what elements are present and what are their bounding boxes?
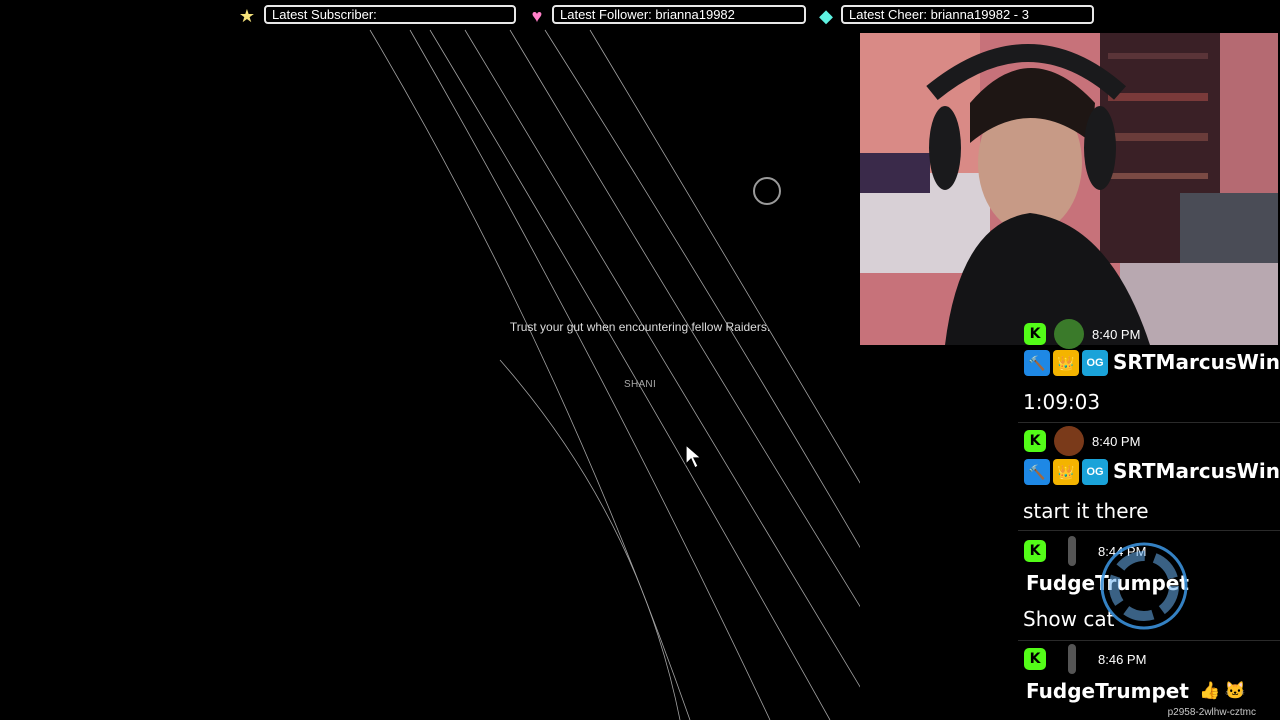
- og-badge-icon: OG: [1082, 350, 1108, 376]
- chat-username[interactable]: SRTMarcusWins: [1113, 459, 1280, 485]
- og-badge-icon: OG: [1082, 459, 1108, 485]
- chat-message-text: start it there: [1023, 499, 1149, 523]
- loading-background-lines: [369, 29, 860, 720]
- webcam-image: [860, 33, 1278, 345]
- kick-badge-icon: K: [1024, 430, 1046, 452]
- chat-panel: K 8:40 PM 🔨 👑 OG SRTMarcusWins 1:09:03 K…: [1018, 319, 1280, 720]
- message-time: 8:40 PM: [1092, 433, 1141, 449]
- loading-tip-text: Trust your gut when encountering fellow …: [509, 320, 771, 334]
- moderator-badge-icon: 🔨: [1024, 350, 1050, 376]
- loading-spinner: [753, 177, 781, 205]
- watermark-text: p2958-2wlhw-cztmc: [1167, 707, 1256, 718]
- kick-badge-icon: K: [1024, 323, 1046, 345]
- chat-divider: [1018, 422, 1280, 423]
- chat-message: K 8:40 PM 🔨 👑 OG SRTMarcusWins start it …: [1018, 426, 1280, 530]
- chat-message-text: 1:09:03: [1023, 390, 1101, 414]
- avatar: [1054, 319, 1084, 349]
- mouse-cursor-icon: [685, 444, 703, 469]
- message-time: 8:46 PM: [1098, 651, 1147, 667]
- webcam-feed: [860, 33, 1278, 345]
- avatar: [1068, 536, 1076, 566]
- message-time: 8:40 PM: [1092, 326, 1141, 342]
- loading-ring-icon: [1100, 542, 1188, 630]
- avatar: [1068, 644, 1076, 674]
- latest-cheer-label: Latest Cheer: brianna19982 - 3: [849, 7, 1029, 22]
- crown-badge-icon: 👑: [1053, 459, 1079, 485]
- chat-username[interactable]: FudgeTrumpet: [1026, 679, 1189, 703]
- latest-cheer-box: Latest Cheer: brianna19982 - 3: [841, 5, 1094, 24]
- moderator-badge-icon: 🔨: [1024, 459, 1050, 485]
- chat-username[interactable]: SRTMarcusWins: [1113, 350, 1280, 376]
- kick-badge-icon: K: [1024, 648, 1046, 670]
- avatar: [1054, 426, 1084, 456]
- chat-message: K 8:40 PM 🔨 👑 OG SRTMarcusWins 1:09:03: [1018, 319, 1280, 422]
- kick-badge-icon: K: [1024, 540, 1046, 562]
- emotes: 👍 🐱: [1198, 681, 1246, 700]
- chat-divider: [1018, 530, 1280, 531]
- chat-divider: [1018, 640, 1280, 641]
- crown-badge-icon: 👑: [1053, 350, 1079, 376]
- loading-tip-author: SHANI: [623, 379, 657, 390]
